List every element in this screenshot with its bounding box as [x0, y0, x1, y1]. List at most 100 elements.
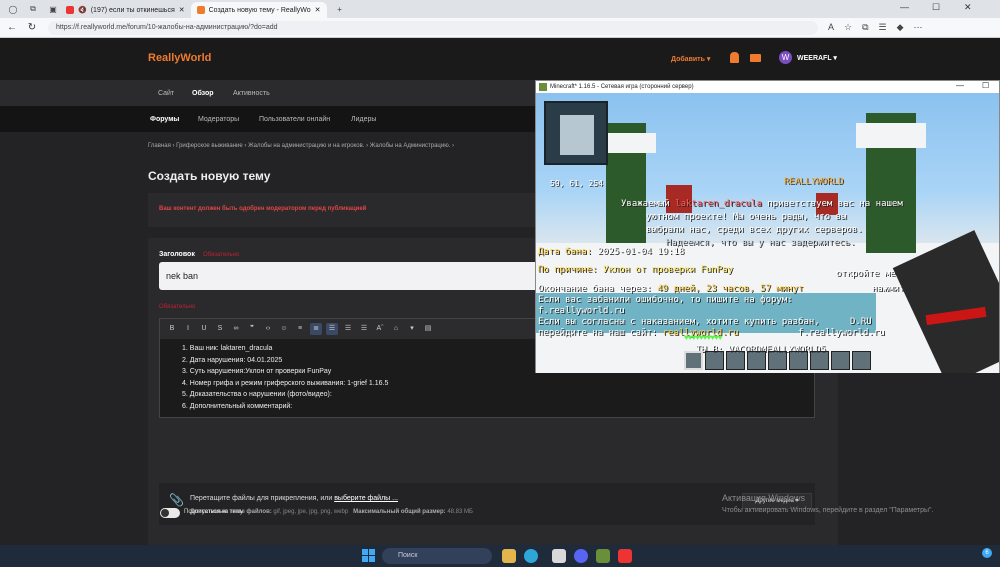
attachment-dropzone[interactable]: 📎 Перетащите файлы для прикрепления, или… — [159, 483, 815, 525]
font-size-icon[interactable]: Aˆ — [374, 323, 386, 335]
numbered-list-icon[interactable]: ≣ — [310, 323, 322, 335]
favorite-icon[interactable]: ☆ — [844, 22, 852, 33]
notice-text: Ваш контент должен быть одобрен модерато… — [159, 206, 367, 212]
favorites-list-icon[interactable]: ☰ — [879, 22, 887, 33]
minimize-icon[interactable]: — — [900, 2, 909, 12]
editor-content[interactable]: 1. Ваш ник: laktaren_dracula 2. Дата нар… — [182, 343, 388, 412]
title-input[interactable]: nek ban — [159, 262, 539, 290]
tab-mute-icon[interactable]: 🔇 — [78, 6, 87, 14]
tab-youtube[interactable]: 🔇 (197) если ты откинешься ✕ — [60, 2, 191, 18]
discord-icon[interactable] — [574, 549, 588, 563]
italic-icon[interactable]: I — [182, 323, 194, 335]
hotbar — [684, 351, 874, 371]
bold-icon[interactable]: B — [166, 323, 178, 335]
avatar[interactable]: W — [779, 51, 792, 64]
source-icon[interactable]: ▤ — [422, 323, 434, 335]
sign-text: REALLYWORLD — [784, 177, 844, 187]
code-icon[interactable]: ‹› — [262, 323, 274, 335]
read-aloud-icon[interactable]: A — [828, 22, 834, 33]
edge-icon[interactable] — [524, 549, 538, 563]
profile-icon[interactable]: ◯ — [6, 2, 20, 16]
hotbar-slot[interactable] — [705, 351, 724, 370]
nav-online-users[interactable]: Пользователи онлайн — [259, 116, 330, 123]
hotbar-slot[interactable] — [747, 351, 766, 370]
more-icon[interactable]: ▾ — [406, 323, 418, 335]
strikethrough-icon[interactable]: S — [214, 323, 226, 335]
add-button[interactable]: Добавить ▾ — [671, 55, 710, 63]
taskbar-search[interactable]: Поиск — [382, 548, 492, 564]
upload-instructions: Перетащите файлы для прикрепления, или в… — [190, 495, 398, 502]
refresh-icon[interactable]: ↻ — [24, 22, 40, 33]
hotbar-slot[interactable] — [831, 351, 850, 370]
game-viewport[interactable]: 59, 61, 254 REALLYWORLD Уважаемый laktar… — [536, 93, 999, 373]
chat-line: выбрали нас, среди всех других серверов. — [646, 225, 863, 235]
minecraft-taskbar-icon[interactable] — [596, 549, 610, 563]
close-icon[interactable]: ✕ — [179, 6, 185, 14]
nav-moderators[interactable]: Модераторы — [198, 116, 239, 123]
hotbar-slot[interactable] — [726, 351, 745, 370]
body-required-label: Обязательно — [159, 304, 196, 310]
editor-line: 6. Дополнительный комментарий: — [182, 402, 293, 410]
chat-label: Окончание бана через: — [538, 284, 658, 294]
chat-line: уютном проекте! Мы очень рады, что вы — [646, 212, 847, 222]
back-icon[interactable]: ← — [4, 22, 20, 33]
url-input[interactable]: https://f.reallyworld.me/forum/10-жалобы… — [48, 20, 818, 35]
hotbar-slot[interactable] — [768, 351, 787, 370]
file-explorer-icon[interactable] — [502, 549, 516, 563]
nav-leaders[interactable]: Лидеры — [351, 116, 376, 123]
bell-icon[interactable] — [730, 52, 739, 63]
nav-overview[interactable]: Обзор — [192, 90, 214, 97]
start-icon[interactable] — [362, 549, 376, 563]
editor-line: 3. Суть нарушения:Уклон от проверки FunP… — [182, 368, 332, 375]
close-window-icon[interactable]: ✕ — [964, 2, 972, 13]
quote-icon[interactable]: ❞ — [246, 323, 258, 335]
subscribe-label: Подписаться на тему — [184, 509, 244, 515]
bullet-list-icon[interactable]: ≡ — [294, 323, 306, 335]
link-icon[interactable]: ∞ — [230, 323, 242, 335]
emoji-icon[interactable]: ☺ — [278, 323, 290, 335]
site-logo[interactable]: ReallyWorld — [148, 52, 211, 64]
tab-label: Создать новую тему - ReallyWo — [208, 6, 311, 14]
editor-line: 4. Номер грифа и режим гриферского выжив… — [182, 379, 389, 387]
recorder-icon[interactable] — [618, 549, 632, 563]
extensions-icon[interactable]: ⧉ — [862, 22, 868, 33]
minecraft-window[interactable]: Minecraft* 1.16.5 - Сетевая игра (сторон… — [535, 80, 1000, 373]
menu-icon[interactable]: ⋯ — [914, 22, 923, 33]
new-tab-icon[interactable]: + — [333, 2, 347, 16]
mail-icon[interactable] — [750, 54, 761, 62]
align-center-icon[interactable]: ☰ — [342, 323, 354, 335]
taskbar: Поиск — [0, 545, 1000, 567]
chat-text: приветствуем вас на нашем — [761, 199, 903, 209]
activation-subtitle: Чтобы активировать Windows, перейдите в … — [722, 507, 934, 514]
nav-forums[interactable]: Форумы — [150, 116, 179, 123]
coordinates: 59, 61, 254 — [550, 179, 603, 188]
maximize-icon[interactable]: ☐ — [932, 2, 940, 13]
underline-icon[interactable]: U — [198, 323, 210, 335]
minimize-icon[interactable]: — — [956, 81, 964, 90]
hotbar-slot[interactable] — [789, 351, 808, 370]
collections-icon[interactable]: ⧉ — [26, 2, 40, 16]
subscribe-toggle[interactable] — [160, 508, 180, 518]
hotbar-slot[interactable] — [684, 351, 703, 370]
tab-label: (197) если ты откинешься — [90, 6, 175, 14]
notification-badge[interactable]: 6 — [982, 548, 992, 558]
nav-activity[interactable]: Активность — [233, 90, 270, 97]
tab-create-topic[interactable]: Создать новую тему - ReallyWo ✕ — [190, 2, 327, 18]
hotbar-slot[interactable] — [810, 351, 829, 370]
close-icon[interactable]: ✕ — [315, 6, 321, 14]
format-icon[interactable]: ⌂ — [390, 323, 402, 335]
choose-files-link[interactable]: выберите файлы ... — [334, 495, 398, 502]
tab-actions-icon[interactable]: ▣ — [46, 2, 60, 16]
chat-line: Надеемся, что вы у нас задержитесь. — [666, 238, 856, 248]
username-menu[interactable]: WEERAFL ▾ — [797, 54, 837, 62]
maximize-icon[interactable]: ☐ — [982, 81, 989, 90]
align-right-icon[interactable]: ☰ — [358, 323, 370, 335]
nav-site[interactable]: Сайт — [158, 90, 174, 97]
types-value: gif, jpeg, jpe, jpg, png, webp — [271, 509, 349, 515]
breadcrumb[interactable]: Главная › Гриферское выживание › Жалобы … — [148, 143, 454, 149]
align-left-icon[interactable]: ☰ — [326, 323, 338, 335]
hotbar-slot[interactable] — [852, 351, 871, 370]
copilot-icon[interactable]: ◆ — [897, 22, 904, 33]
store-icon[interactable] — [552, 549, 566, 563]
chat-value: 49 дней, 23 часов, 57 минут — [657, 284, 804, 294]
